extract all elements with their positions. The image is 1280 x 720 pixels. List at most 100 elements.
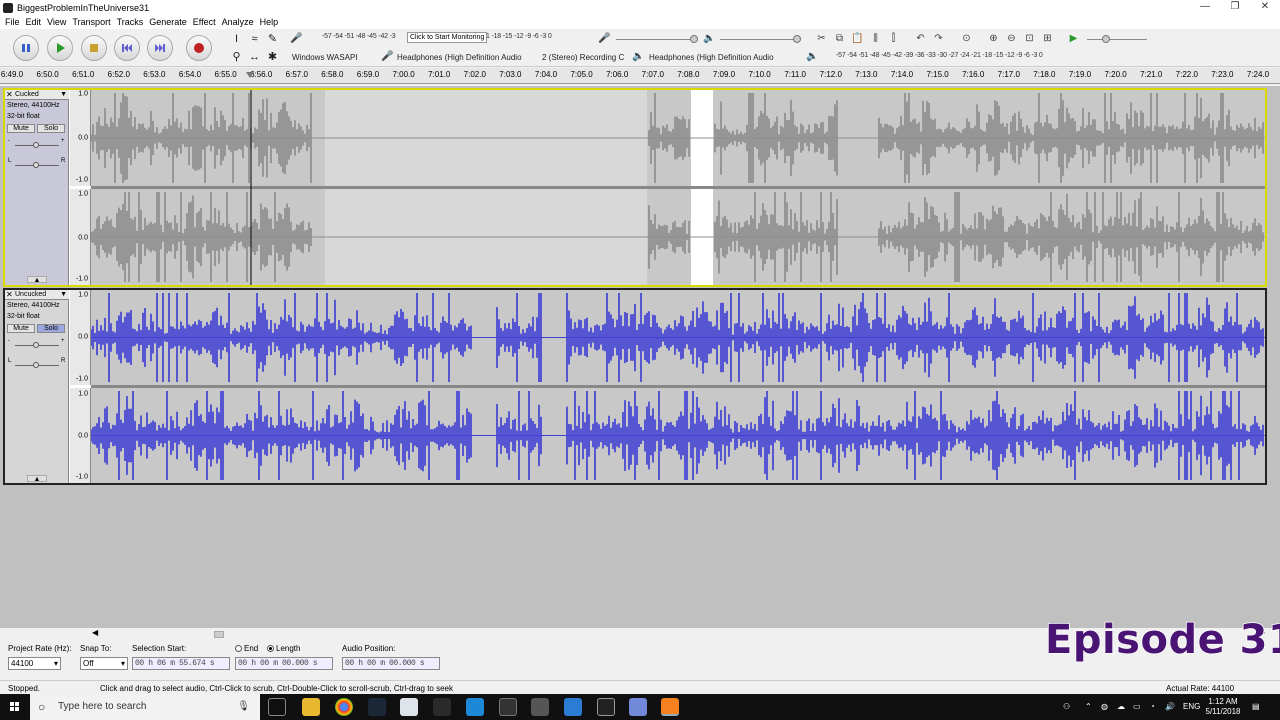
play-at-speed-icon[interactable]: ▶	[1067, 32, 1080, 45]
tray-app-icon[interactable]: ◍	[1101, 694, 1108, 720]
zoom-out-icon[interactable]: ⊖	[1005, 32, 1018, 45]
playback-volume-knob[interactable]	[793, 35, 801, 43]
redo-icon[interactable]: ↷	[932, 32, 945, 45]
minimize-button[interactable]: —	[1190, 0, 1220, 15]
monitoring-prompt[interactable]: Click to Start Monitoring	[407, 32, 488, 43]
close-button[interactable]: ✕	[1250, 0, 1280, 15]
menu-help[interactable]: Help	[258, 17, 283, 27]
timeshift-tool-icon[interactable]: ↔	[247, 50, 262, 65]
track-control-panel[interactable]: ✕ Cucked ▼ Stereo, 44100Hz 32-bit float …	[5, 90, 69, 285]
gear-icon[interactable]	[531, 698, 549, 716]
track-name-menu[interactable]: ✕ Uncucked ▼	[5, 290, 69, 300]
language-indicator[interactable]: ENG	[1183, 694, 1200, 720]
audio-position-field[interactable]: 00 h 00 m 00.000 s	[342, 657, 440, 670]
waveform-cucked[interactable]	[91, 90, 1265, 285]
menu-generate[interactable]: Generate	[147, 17, 191, 27]
tray-expand-icon[interactable]: ⌃	[1085, 694, 1092, 720]
file-explorer-icon[interactable]	[302, 698, 320, 716]
paste-icon[interactable]: 📋	[851, 32, 864, 45]
people-icon[interactable]: ⚇	[1063, 694, 1070, 720]
menu-view[interactable]: View	[45, 17, 70, 27]
collapse-track-button[interactable]: ▲	[27, 475, 47, 483]
vertical-scale-left[interactable]: 1.0 0.0 -1.0	[70, 290, 91, 385]
end-radio[interactable]: End	[235, 644, 258, 653]
volume-icon[interactable]: 🔊	[1165, 694, 1175, 720]
zoom-in-icon[interactable]: ⊕	[987, 32, 1000, 45]
scroll-left-icon[interactable]: ◀	[92, 628, 98, 637]
gain-knob[interactable]	[33, 342, 39, 348]
solo-button[interactable]: Solo	[37, 324, 65, 333]
mute-button[interactable]: Mute	[7, 124, 35, 133]
playback-meter-scale[interactable]: -57 -54 -51 -48 -45 -42 -39 -36 -33 -30 …	[836, 52, 1043, 59]
solo-button[interactable]: Solo	[37, 124, 65, 133]
menu-effect[interactable]: Effect	[191, 17, 220, 27]
editor-app-icon[interactable]	[597, 698, 615, 716]
skip-end-button[interactable]	[147, 35, 173, 61]
cut-icon[interactable]: ✂	[815, 32, 828, 45]
record-button[interactable]	[186, 35, 212, 61]
document-app-icon[interactable]	[400, 698, 418, 716]
track-dropdown-icon[interactable]: ▼	[60, 90, 67, 99]
selection-start-field[interactable]: 00 h 06 m 55.674 s	[132, 657, 230, 670]
mic-icon[interactable]: 🎙	[237, 694, 250, 720]
track-close-icon[interactable]: ✕	[6, 90, 13, 99]
selection-tool-icon[interactable]: I	[229, 32, 244, 47]
vertical-scale-left[interactable]: 1.0 0.0 -1.0	[70, 90, 91, 186]
fit-project-icon[interactable]: ⊞	[1041, 32, 1054, 45]
audio-track-cucked[interactable]: ✕ Cucked ▼ Stereo, 44100Hz 32-bit float …	[3, 88, 1267, 287]
collapse-track-button[interactable]: ▲	[27, 276, 47, 284]
timeline-ruler[interactable]: 6:49.0 6:50.0 6:51.0 6:52.0 6:53.0 6:54.0 6:55…	[0, 68, 1280, 84]
record-meter-scale[interactable]: -57 -54 -51 -48 -45 -42 -3	[322, 33, 396, 40]
audio-host-select[interactable]: Windows WASAPI	[292, 53, 358, 62]
track-name[interactable]: Cucked	[15, 90, 39, 99]
menu-edit[interactable]: Edit	[24, 17, 46, 27]
recording-volume-knob[interactable]	[690, 35, 698, 43]
pause-button[interactable]	[13, 35, 39, 61]
trim-icon[interactable]: ⫼	[869, 32, 882, 45]
gain-knob[interactable]	[33, 142, 39, 148]
track-control-panel[interactable]: ✕ Uncucked ▼ Stereo, 44100Hz 32-bit floa…	[5, 290, 69, 483]
playhead-marker-icon[interactable]	[246, 72, 256, 82]
sync-lock-icon[interactable]: ⊙	[960, 32, 973, 45]
vertical-scale-right[interactable]: 1.0 0.0 -1.0	[70, 189, 91, 285]
snap-to-select[interactable]: Off ▾	[80, 657, 128, 670]
draw-tool-icon[interactable]: ✎	[265, 32, 280, 47]
track-dropdown-icon[interactable]: ▼	[60, 290, 67, 299]
discord-icon[interactable]	[629, 698, 647, 716]
chrome-icon[interactable]	[335, 698, 353, 716]
notepad-app-icon[interactable]	[499, 698, 517, 716]
speaker-meter-icon[interactable]: 🔈	[806, 50, 819, 63]
menu-file[interactable]: File	[3, 17, 24, 27]
battery-icon[interactable]: ▭	[1133, 694, 1141, 720]
recording-channels-select[interactable]: 2 (Stereo) Recording C	[542, 53, 624, 62]
selection-length-field[interactable]: 00 h 00 m 00.000 s	[235, 657, 333, 670]
play-speed-knob[interactable]	[1102, 35, 1110, 43]
settings-app-icon[interactable]	[466, 698, 484, 716]
wifi-icon[interactable]: ◔	[1150, 694, 1155, 720]
track-name[interactable]: Uncucked	[15, 290, 46, 299]
recording-volume-slider[interactable]	[616, 39, 696, 40]
terminal-app-icon[interactable]	[433, 698, 451, 716]
length-radio[interactable]: Length	[267, 644, 300, 653]
start-button[interactable]	[0, 694, 30, 720]
fit-selection-icon[interactable]: ⊡	[1023, 32, 1036, 45]
microphone-icon[interactable]: 🎤	[290, 32, 303, 45]
track-name-menu[interactable]: ✕ Cucked ▼	[5, 90, 69, 100]
scroll-thumb[interactable]	[214, 631, 224, 638]
menu-transport[interactable]: Transport	[70, 17, 114, 27]
envelope-tool-icon[interactable]: ≈	[247, 32, 262, 47]
track-area[interactable]: ✕ Cucked ▼ Stereo, 44100Hz 32-bit float …	[0, 86, 1280, 628]
undo-icon[interactable]: ↶	[914, 32, 927, 45]
onedrive-icon[interactable]: ☁	[1117, 694, 1125, 720]
network-app-icon[interactable]	[564, 698, 582, 716]
playback-volume-slider[interactable]	[720, 39, 800, 40]
silence-icon[interactable]: ⫿	[887, 32, 900, 45]
taskbar-search[interactable]: ○ Type here to search 🎙	[30, 694, 260, 720]
zoom-tool-icon[interactable]: ⚲	[229, 50, 244, 65]
clock[interactable]: 1:12 AM 5/11/2018	[1203, 694, 1243, 720]
multi-tool-icon[interactable]: ✱	[265, 50, 280, 65]
record-meter-scale-tail[interactable]: 1 -18 -15 -12 -9 -6 -3 0	[486, 33, 552, 40]
play-button[interactable]	[47, 35, 73, 61]
play-speed-slider[interactable]	[1087, 39, 1147, 40]
task-view-icon[interactable]	[268, 698, 286, 716]
